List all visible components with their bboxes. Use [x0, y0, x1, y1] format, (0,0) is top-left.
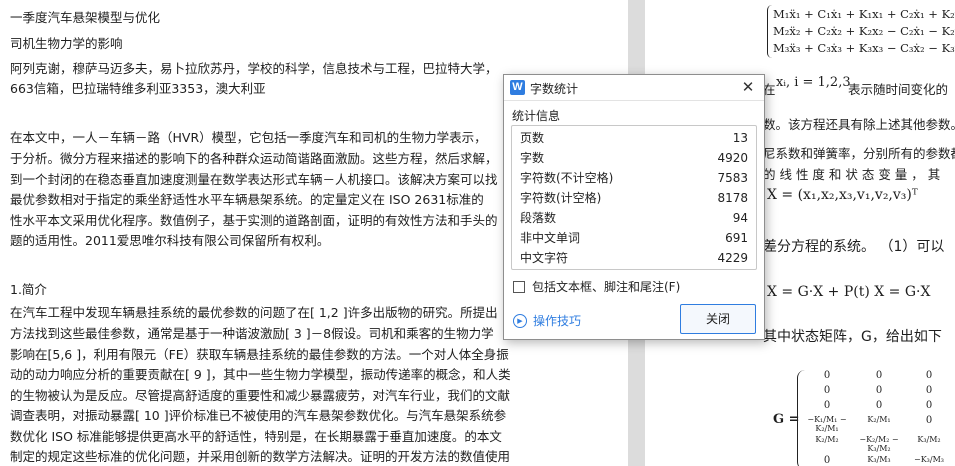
doc-body-line: 尼系数和弹簧率，分别所有的参数都: [763, 146, 955, 161]
matrix-cell: K₂/M₁: [867, 415, 891, 424]
matrix-cell: −K₁/M₁ − K₂/M₁: [807, 415, 847, 433]
stats-section-label: 统计信息: [512, 109, 561, 123]
stat-label: 中文字符: [520, 251, 569, 265]
state-vector: X = (x₁,x₂,x₃,v₁,v₂,v₃)ᵀ: [767, 187, 918, 203]
equation-line: M₁ẍ₁ + C₁ẋ₁ + K₁x₁ + C₂ẋ₁ + K₂x₁ − C: [773, 7, 955, 21]
doc-body-line: 动的动力响应分析的重要贡献在[ 9 ]，其中一些生物力学模型，振动传递率的概念，…: [10, 367, 511, 382]
stat-row-paragraphs: 段落数 94: [520, 208, 748, 228]
system-equation: X = G·X + P(t) X = G·X: [767, 284, 931, 300]
dialog-title-bar[interactable]: W 字数统计 ✕: [504, 75, 764, 101]
matrix-cell: 0: [823, 455, 831, 466]
equation-line: M₂ẍ₂ + C₂ẋ₂ + K₂x₂ − C₂ẋ₁ − K₂x₁ − C: [773, 24, 955, 38]
matrix-cell: 0: [925, 370, 933, 381]
stat-row-chars-with-spaces: 字符数(计空格) 8178: [520, 188, 748, 208]
doc-body-line: 的 线 性 度 和 状 态 变 量 ， 其: [763, 167, 941, 182]
stat-value: 94: [732, 211, 748, 225]
close-icon[interactable]: ✕: [738, 77, 758, 97]
matrix-cell: 0: [875, 385, 883, 396]
matrix-cell: 0: [875, 370, 883, 381]
matrix-cell: 0: [823, 370, 831, 381]
doc-abstract-line: 在本文中，一人－车辆－路（HVR）模型，它包括一季度汽车和司机的生物力学表示，: [10, 130, 487, 145]
word-count-dialog: W 字数统计 ✕ 统计信息 页数 13 字数 4920 字符数(不计空格) 75…: [503, 74, 765, 340]
doc-abstract-line: 题的适用性。2011爱思唯尔科技有限公司保留所有权利。: [10, 233, 330, 248]
where-math: xᵢ, i = 1,2,3: [776, 75, 851, 90]
doc-abstract-line: 于分析。微分方程来描述的影响下的各种群众运动简谐路面激励。这些方程，然后求解，: [10, 151, 498, 166]
stat-label: 字符数(计空格): [520, 191, 602, 205]
stat-value: 4229: [717, 251, 748, 265]
equation-line: M₃ẍ₃ + C₃ẋ₃ + K₃x₃ − C₃ẋ₂ − K₃x₂ = C: [773, 41, 955, 55]
doc-body-line: 制定的规定这些标准的优化问题，并采用创新的数学方法解决。证明的开发方法的数值使用: [10, 449, 511, 464]
where-suffix: 表示随时间变化的: [848, 82, 949, 97]
equation-brace: [767, 5, 772, 58]
matrix-cell: 0: [925, 415, 933, 426]
stat-value: 7583: [717, 171, 748, 185]
stat-row-chars-no-spaces: 字符数(不计空格) 7583: [520, 168, 748, 188]
matrix-cell: −K₃/M₃: [914, 455, 944, 464]
matrix-column: 0 0 0 −K₁/M₁ − K₂/M₁ K₂/M₂ 0: [805, 370, 849, 466]
matrix-cell: K₃/M₃: [867, 455, 891, 464]
doc-body-line: 数。该方程还具有除上述其他参数。: [763, 117, 955, 132]
doc-abstract-line: 到一个封闭的在稳态垂直加速度测量在数学表达形式车辆－人机接口。该解决方案可以找: [10, 172, 498, 187]
matrix-cell: K₃/M₂: [917, 435, 941, 444]
doc-body-line: 差分方程的系统。 （1）可以: [763, 239, 945, 255]
stat-label: 页数: [520, 131, 545, 145]
play-circle-icon: ▶: [513, 314, 527, 328]
doc-subtitle: 司机生物力学的影响: [10, 36, 123, 51]
stat-value: 4920: [717, 151, 748, 165]
doc-body-line: 其中状态矩阵，G，给出如下: [763, 329, 942, 345]
matrix-column: 0 0 0 0 K₃/M₂ −K₃/M₃: [909, 370, 949, 466]
dialog-title: 字数统计: [530, 82, 579, 96]
doc-abstract-line: 最优参数相对于指定的乘坐舒适性水平车辆悬架系统。的定量定义在 ISO 2631标…: [10, 192, 484, 207]
stat-row-words: 字数 4920: [520, 148, 748, 168]
stat-row-chinese-chars: 中文字符 4229: [520, 248, 748, 268]
matrix-cell: 0: [823, 400, 831, 411]
matrix-bracket: [797, 370, 805, 466]
matrix-cell: 0: [925, 385, 933, 396]
section-heading: 1.简介: [10, 282, 47, 297]
doc-body-line: 在汽车工程中发现车辆悬挂系统的最优参数的问题了在[ 1,2 ]许多出版物的研究。…: [10, 305, 498, 320]
matrix-cell: −K₂/M₂ − K₃/M₂: [859, 435, 899, 453]
close-button[interactable]: 关闭: [680, 304, 756, 334]
stat-label: 字数: [520, 151, 545, 165]
doc-body-line: 数优化 ISO 标准能够提供更高水平的舒适性，特别是，在长期暴露于垂直加速度。的…: [10, 429, 502, 444]
include-footnotes-checkbox[interactable]: [513, 281, 525, 293]
matrix-column: 0 0 0 K₂/M₁ −K₂/M₂ − K₃/M₂ K₃/M₃: [851, 370, 907, 466]
stat-value: 8178: [717, 191, 748, 205]
stat-label: 非中文单词: [520, 231, 581, 245]
doc-authors: 阿列克谢，穆萨马迈多夫，易卜拉欣苏丹，学校的科学，信息技术与工程，巴拉特大学，: [10, 61, 498, 76]
doc-abstract-line: 性水平本文采用优化程序。数值例子，基于实测的道路剖面，证明的有效性方法和手头的: [10, 213, 498, 228]
checkbox-label[interactable]: 包括文本框、脚注和尾注(F): [532, 279, 680, 295]
app-logo-icon: W: [510, 80, 525, 95]
stat-row-non-chinese-words: 非中文单词 691: [520, 228, 748, 248]
doc-body-line: 方法找到这些最佳参数，通常是基于一种谐波激励[ 3 ]－8假设。司机和乘客的生物…: [10, 326, 494, 341]
doc-body-line: 调查表明，对振动暴露[ 10 ]评价标准已不被使用的汽车悬架参数优化。与汽车悬架…: [10, 408, 507, 423]
stat-value: 691: [725, 231, 748, 245]
doc-body-line: 的生物被认为是反应。尽管提高舒适度的重要性和减少暴露疲劳，对汽车行业，我们的文献: [10, 388, 511, 403]
tips-label[interactable]: 操作技巧: [533, 313, 581, 329]
matrix-label: G =: [773, 412, 800, 427]
stat-value: 13: [732, 131, 748, 145]
matrix-cell: K₂/M₂: [815, 435, 839, 444]
matrix-cell: 0: [925, 400, 933, 411]
stat-row-pages: 页数 13: [520, 128, 748, 148]
matrix-cell: 0: [823, 385, 831, 396]
matrix-cell: 0: [875, 400, 883, 411]
stat-label: 段落数: [520, 211, 557, 225]
doc-body-line: 影响在[5,6 ]，利用有限元（FE）获取车辆悬挂系统的最佳参数的方法。一个对人…: [10, 347, 509, 362]
doc-address: 663信箱，巴拉瑞特维多利亚3353，澳大利亚: [10, 81, 266, 96]
stats-box: 页数 13 字数 4920 字符数(不计空格) 7583 字符数(计空格) 81…: [511, 125, 757, 270]
stat-label: 字符数(不计空格): [520, 171, 614, 185]
doc-title: 一季度汽车悬架模型与优化: [10, 10, 161, 25]
